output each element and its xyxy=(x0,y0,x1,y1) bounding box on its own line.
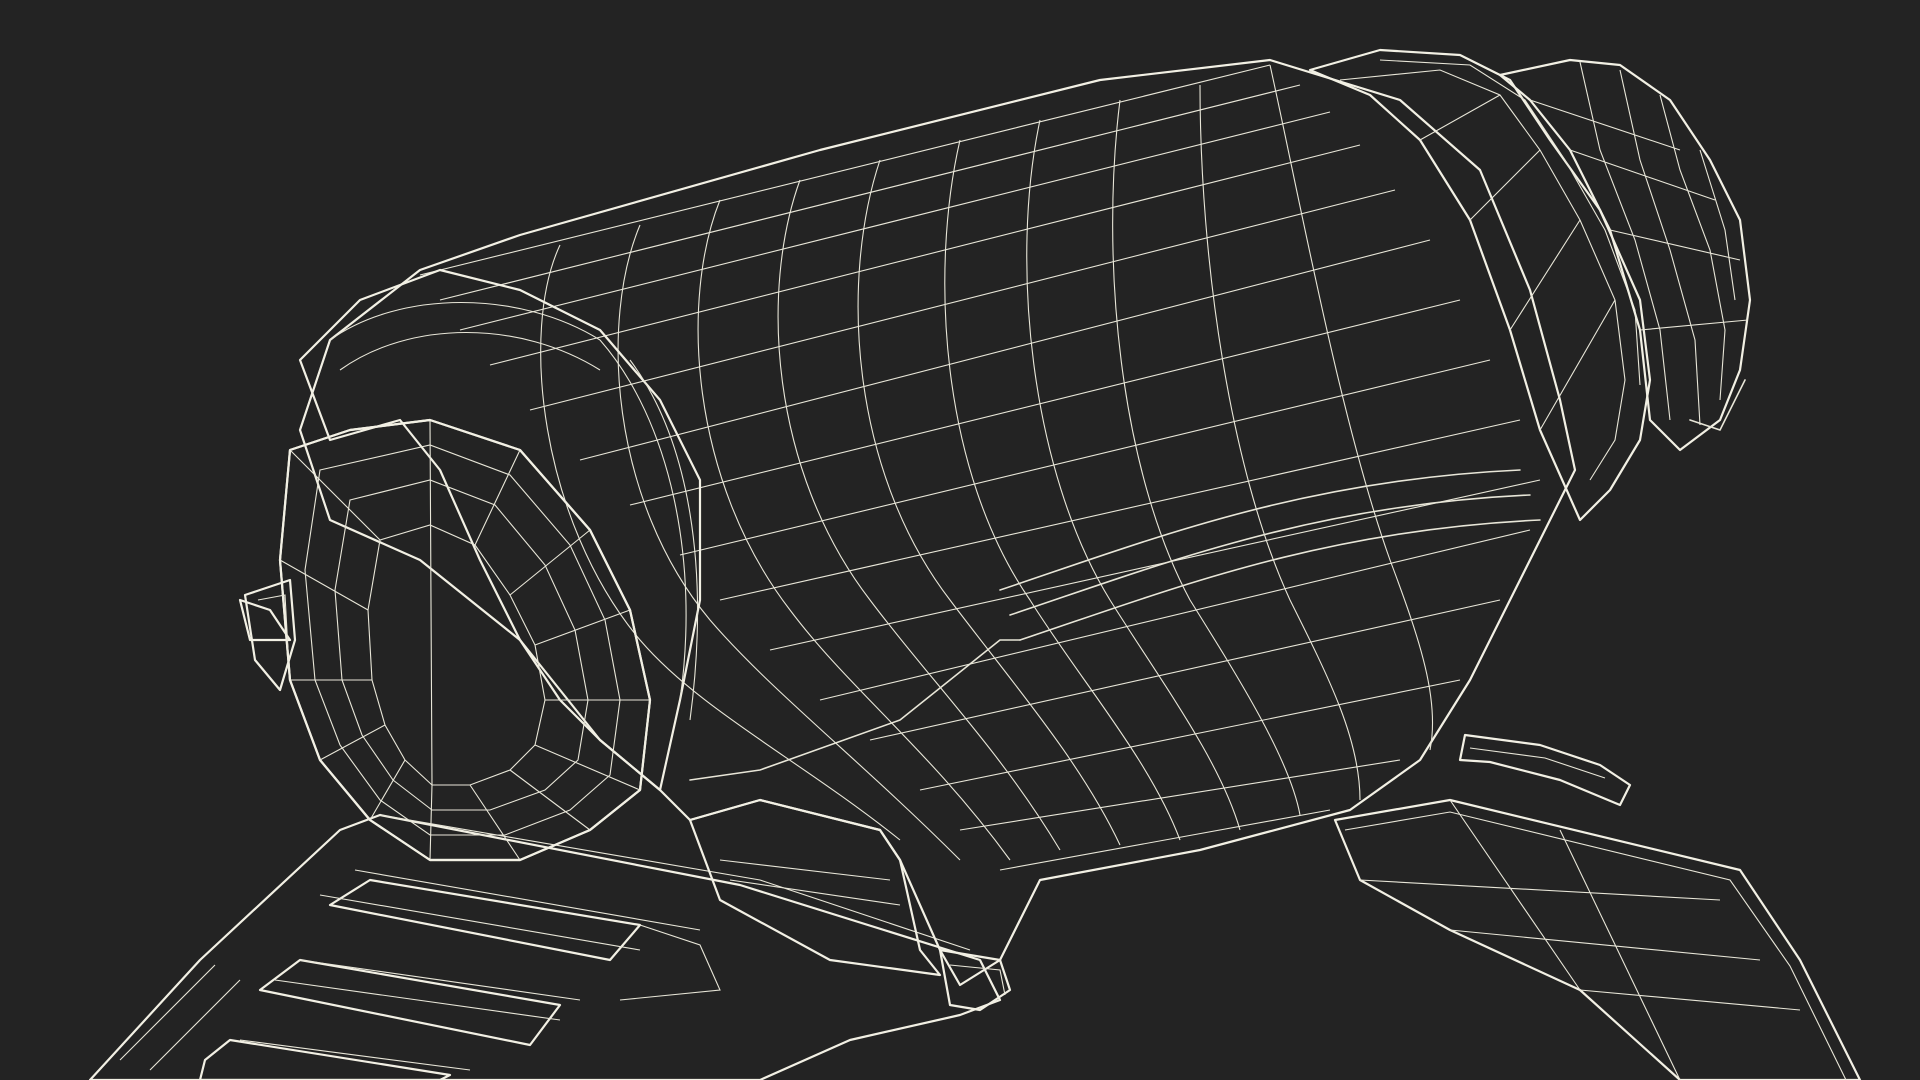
background xyxy=(0,0,1920,1080)
wireframe-render xyxy=(0,0,1920,1080)
